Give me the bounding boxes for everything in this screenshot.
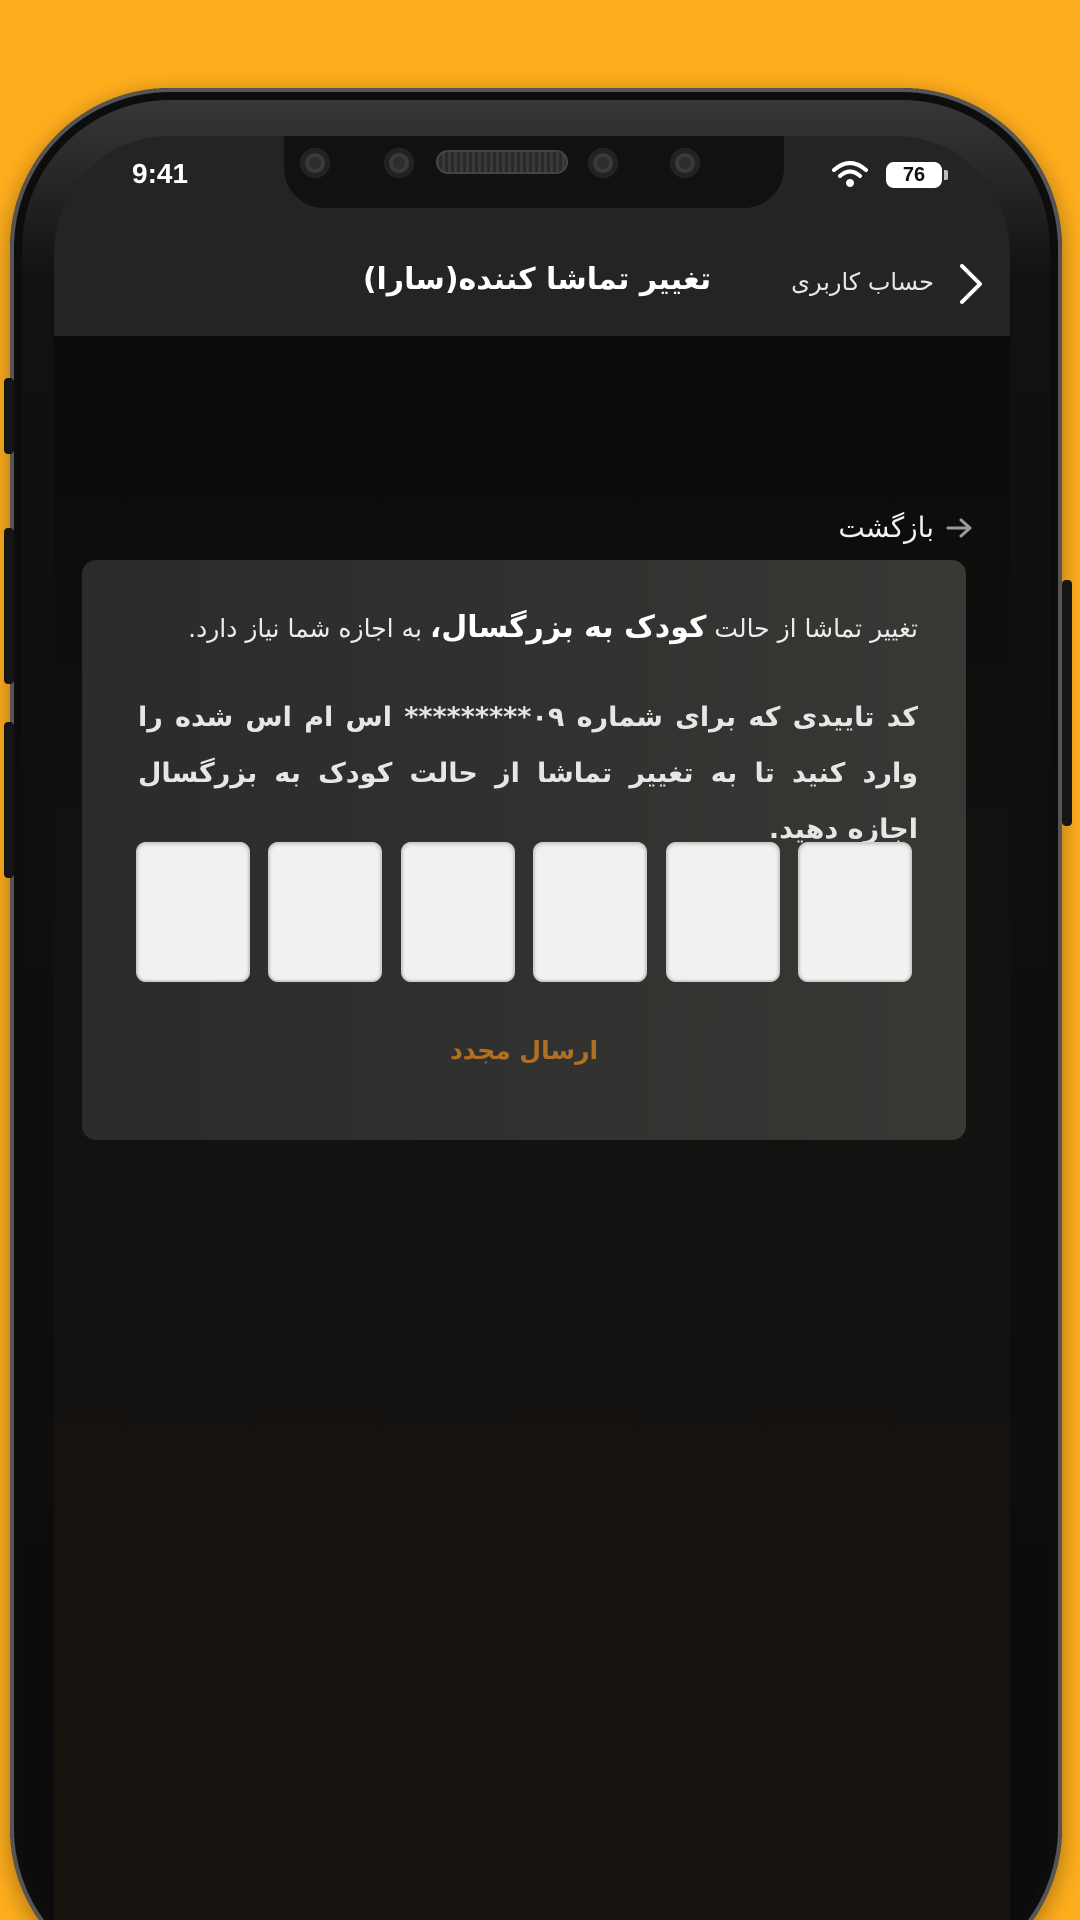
volume-up-button xyxy=(4,528,14,684)
wifi-icon xyxy=(832,161,868,187)
otp-digit-1[interactable] xyxy=(797,842,912,982)
otp-input-group xyxy=(136,842,912,982)
back-label: بازگشت xyxy=(838,511,934,544)
arrow-right-icon xyxy=(946,518,972,537)
speaker-grille xyxy=(436,150,568,174)
page-title: تغییر تماشا کننده(سارا) xyxy=(362,262,712,297)
front-camera-icon xyxy=(588,148,618,178)
intro-prefix: تغییر تماشا از حالت xyxy=(706,614,918,643)
app-screen: 9:41 76 حساب کاربری تغییر تماشا کننده(سا… xyxy=(54,136,1010,1920)
status-bar: 9:41 76 xyxy=(54,136,1010,236)
status-time: 9:41 xyxy=(132,158,189,189)
battery-nub xyxy=(944,170,948,180)
sensor-icon xyxy=(384,148,414,178)
intro-bold: کودک به بزرگسال، xyxy=(429,610,707,645)
back-button[interactable]: بازگشت xyxy=(838,511,974,544)
power-button xyxy=(1062,580,1072,826)
otp-digit-5[interactable] xyxy=(268,842,383,982)
permission-intro: تغییر تماشا از حالت کودک به بزرگسال، به … xyxy=(122,610,918,645)
battery-indicator: 76 xyxy=(886,162,942,188)
notch xyxy=(284,136,784,208)
otp-digit-6[interactable] xyxy=(136,842,250,982)
otp-digit-3[interactable] xyxy=(533,842,648,982)
verification-card: تغییر تماشا از حالت کودک به بزرگسال، به … xyxy=(82,560,966,1140)
otp-digit-2[interactable] xyxy=(665,842,780,982)
app-header: حساب کاربری تغییر تماشا کننده(سارا) xyxy=(54,236,1010,336)
sensor-icon xyxy=(670,148,700,178)
resend-code-button[interactable]: ارسال مجدد xyxy=(82,1036,966,1065)
intro-suffix: به اجازه شما نیاز دارد. xyxy=(188,614,430,643)
otp-digit-4[interactable] xyxy=(400,842,515,982)
otp-instruction: کد تاییدی که برای شماره ۰۹********* اس ا… xyxy=(138,702,919,845)
volume-down-button xyxy=(4,722,14,878)
silent-switch xyxy=(4,378,14,454)
sensor-icon xyxy=(300,148,330,178)
